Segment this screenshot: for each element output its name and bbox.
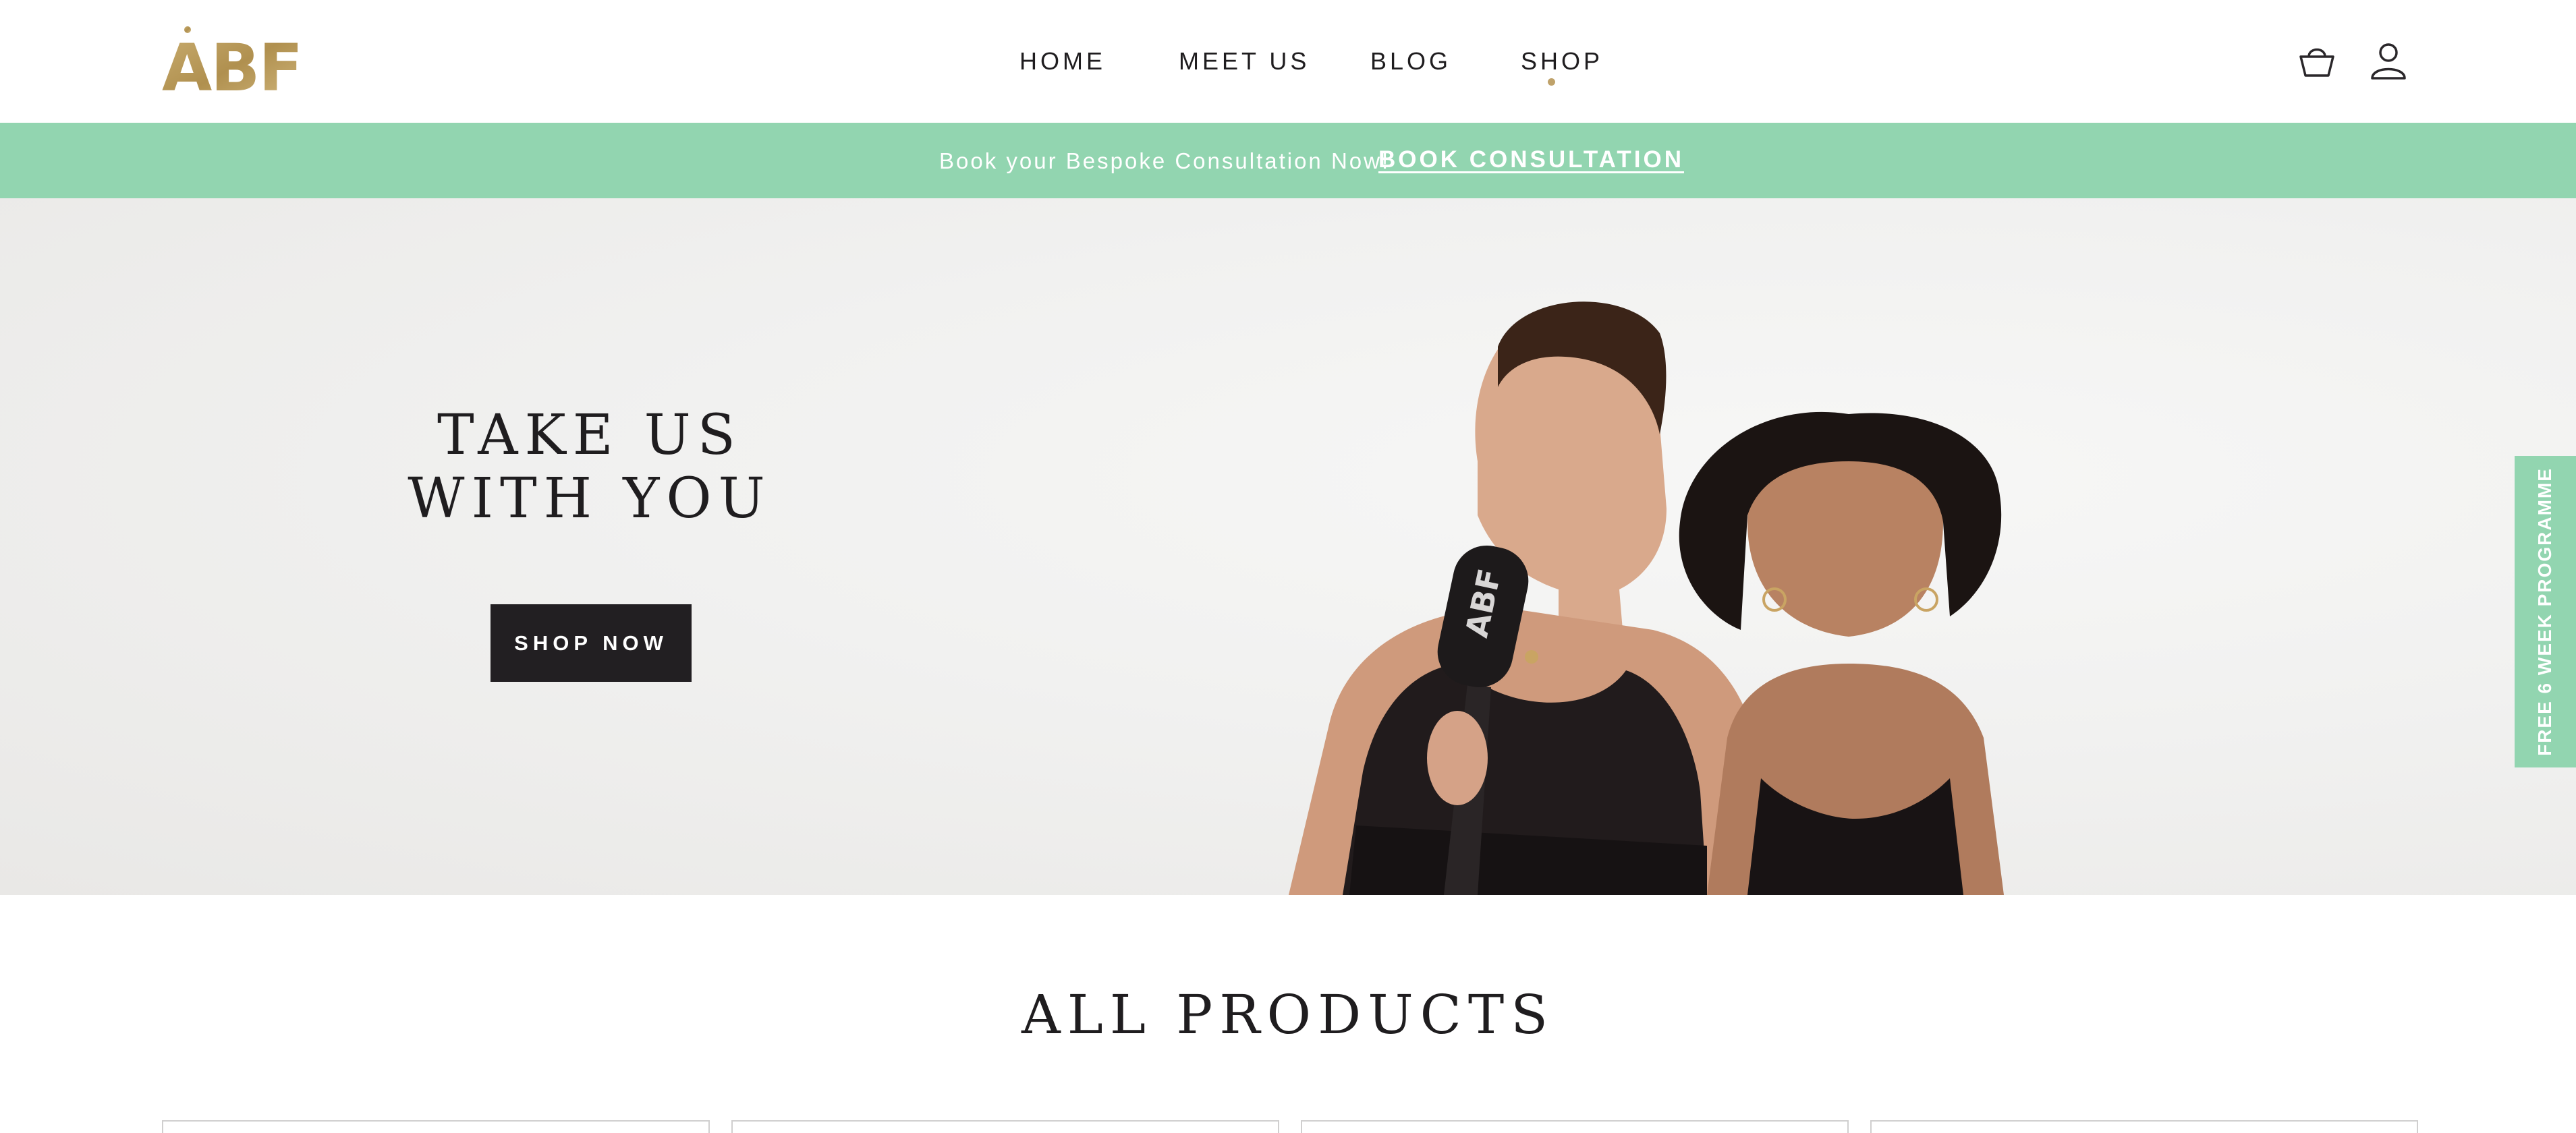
hero-title-line-1: TAKE US [437,403,742,467]
user-icon[interactable] [2367,39,2410,82]
promo-banner: Book your Bespoke Consultation Now! BOOK… [0,123,2576,198]
shop-now-button[interactable]: SHOP NOW [491,604,692,682]
banner-text: Book your Bespoke Consultation Now! [939,148,1391,173]
free-programme-label: FREE 6 WEEK PROGRAMME [2534,467,2555,756]
product-card[interactable] [1870,1120,2418,1133]
hero-title-line-2: WITH YOU [408,467,772,531]
woman-right-figure [1679,411,2004,895]
active-nav-indicator [1548,78,1555,86]
nav-shop[interactable]: SHOP [1521,47,1603,76]
nav-blog[interactable]: BLOG [1370,47,1451,76]
product-card[interactable] [731,1120,1279,1133]
hero-section: TAKE US WITH YOU SHOP NOW ABF [0,198,2576,895]
hero-photo: ABF [1289,301,2004,895]
free-programme-tab[interactable]: FREE 6 WEEK PROGRAMME [2515,456,2576,767]
basket-icon[interactable] [2295,39,2339,82]
product-card[interactable] [1301,1120,1849,1133]
products-heading: ALL PRODUCTS [1021,983,1555,1046]
nav-meet-us[interactable]: MEET US [1179,47,1310,76]
nav-home[interactable]: HOME [1019,47,1106,76]
main-nav: HOME MEET US BLOG SHOP [0,0,2576,123]
hero-title: TAKE US WITH YOU [378,404,802,531]
book-consultation-link[interactable]: BOOK CONSULTATION [1378,146,1684,173]
product-card[interactable] [162,1120,710,1133]
site-header: ABF HOME MEET US BLOG SHOP [0,0,2576,123]
